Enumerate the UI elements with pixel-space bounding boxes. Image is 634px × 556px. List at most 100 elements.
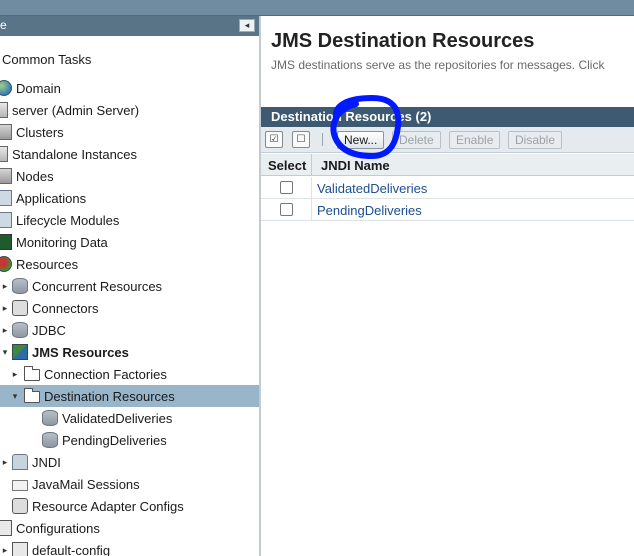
tree-item-standalone-instances[interactable]: Standalone Instances [0, 143, 259, 165]
mail-icon [12, 480, 28, 491]
delete-button[interactable]: Delete [392, 131, 441, 149]
tree-item-label: Common Tasks [2, 51, 92, 67]
table-row: ValidatedDeliveries [261, 177, 634, 199]
cluster-icon [0, 124, 12, 140]
expand-arrow-icon[interactable]: ▸ [10, 369, 20, 380]
collapse-panel-button[interactable]: ◂ [239, 19, 255, 32]
row-select-checkbox[interactable] [280, 203, 293, 216]
tree-item-label: Configurations [16, 520, 100, 536]
tree-item-label: default-config [32, 542, 111, 556]
node-icon [0, 168, 12, 184]
tree-item-label: JMS Resources [32, 344, 129, 360]
tree-header-title: e [0, 18, 7, 32]
tree-item-javamail-sessions[interactable]: JavaMail Sessions [0, 473, 259, 495]
tree-item-common-tasks[interactable]: Common Tasks [0, 48, 259, 70]
expand-arrow-icon[interactable]: ▸ [0, 545, 10, 556]
globe-icon [0, 80, 12, 96]
toolbar-divider [322, 133, 323, 146]
lifecycle-icon [0, 212, 12, 228]
deselect-all-icon[interactable]: ☐ [292, 131, 310, 148]
page-title: JMS Destination Resources [271, 30, 535, 52]
enable-button[interactable]: Enable [449, 131, 501, 149]
jndi-name-link[interactable]: ValidatedDeliveries [317, 181, 427, 196]
disable-button[interactable]: Disable [508, 131, 563, 149]
column-header-select[interactable]: Select [268, 158, 306, 173]
tree-item-label: Clusters [16, 124, 64, 140]
window-top-bar [0, 0, 634, 16]
tree-item-monitoring-data[interactable]: Monitoring Data [0, 231, 259, 253]
tree-item-destination-resources[interactable]: ▾ Destination Resources [0, 385, 259, 407]
tree-item-validated-deliveries[interactable]: ValidatedDeliveries [0, 407, 259, 429]
tree-item-label: Concurrent Resources [32, 278, 163, 294]
table-toolbar: ☑ ☐ New... Delete Enable Disable [261, 127, 634, 153]
tree-item-label: Lifecycle Modules [16, 212, 120, 228]
tree-item-label: JavaMail Sessions [32, 476, 140, 492]
folder-icon [24, 388, 40, 403]
database-icon [12, 278, 28, 294]
tree-item-lifecycle-modules[interactable]: Lifecycle Modules [0, 209, 259, 231]
jndi-icon [12, 454, 28, 470]
table-row: PendingDeliveries [261, 199, 634, 221]
tree-item-default-config[interactable]: ▸ default-config [0, 539, 259, 556]
configurations-icon [0, 520, 12, 536]
expand-arrow-icon[interactable]: ▸ [0, 281, 10, 292]
tree-item-label: Connection Factories [44, 366, 167, 382]
tree-item-connection-factories[interactable]: ▸ Connection Factories [0, 363, 259, 385]
tree-item-label: Resource Adapter Configs [32, 498, 184, 514]
tree-item-concurrent-resources[interactable]: ▸ Concurrent Resources [0, 275, 259, 297]
tree-item-label: Connectors [32, 300, 99, 316]
tree-item-jms-resources[interactable]: ▾ JMS Resources [0, 341, 259, 363]
expand-arrow-icon[interactable]: ▸ [0, 325, 10, 336]
applications-icon [0, 190, 12, 206]
jndi-name-link[interactable]: PendingDeliveries [317, 203, 422, 218]
new-button[interactable]: New... [337, 131, 385, 149]
collapse-arrow-icon[interactable]: ▾ [10, 391, 20, 402]
row-select-checkbox[interactable] [280, 181, 293, 194]
connector-icon [12, 498, 28, 514]
tree-item-label: JNDI [32, 454, 61, 470]
tree-item-connectors[interactable]: ▸ Connectors [0, 297, 259, 319]
column-divider [311, 154, 312, 176]
expand-arrow-icon[interactable]: ▸ [0, 303, 10, 314]
column-divider [311, 199, 312, 221]
tree-item-label: JDBC [32, 322, 66, 338]
server-icon [0, 146, 8, 162]
table-header: Select JNDI Name [261, 154, 634, 176]
tree-item-server[interactable]: server (Admin Server) [0, 99, 259, 121]
tree-item-label: PendingDeliveries [62, 432, 167, 448]
page-description: JMS destinations serve as the repositori… [271, 58, 605, 72]
tree-item-pending-deliveries[interactable]: PendingDeliveries [0, 429, 259, 451]
tree-item-label: server (Admin Server) [12, 102, 140, 118]
resources-icon [0, 256, 12, 272]
tree-item-label: Domain [16, 80, 61, 96]
navigation-tree-panel: e ◂ Common Tasks Domain server (Admin Se… [0, 16, 259, 556]
tree-item-label: Monitoring Data [16, 234, 108, 250]
column-header-jndi-name[interactable]: JNDI Name [321, 158, 390, 173]
database-icon [42, 410, 58, 426]
tree-item-label: Resources [16, 256, 79, 272]
server-icon [0, 102, 8, 118]
tree-item-nodes[interactable]: Nodes [0, 165, 259, 187]
tree-item-label: ValidatedDeliveries [62, 410, 173, 426]
monitoring-icon [0, 234, 12, 250]
connector-icon [12, 300, 28, 316]
tree-item-resource-adapter-configs[interactable]: Resource Adapter Configs [0, 495, 259, 517]
select-all-icon[interactable]: ☑ [265, 131, 283, 148]
collapse-arrow-icon[interactable]: ▾ [0, 347, 10, 358]
tree-item-clusters[interactable]: Clusters [0, 121, 259, 143]
tree-item-domain[interactable]: Domain [0, 77, 259, 99]
tree-item-label: Applications [16, 190, 87, 206]
tree-item-jndi[interactable]: ▸ JNDI [0, 451, 259, 473]
tree-item-configurations[interactable]: Configurations [0, 517, 259, 539]
tree-item-resources[interactable]: Resources [0, 253, 259, 275]
folder-icon [24, 366, 40, 381]
tree-item-applications[interactable]: Applications [0, 187, 259, 209]
database-icon [42, 432, 58, 448]
tree-item-label: Nodes [16, 168, 54, 184]
table-title: Destination Resources (2) [261, 107, 634, 127]
database-icon [12, 322, 28, 338]
jms-icon [12, 344, 28, 360]
tree-item-jdbc[interactable]: ▸ JDBC [0, 319, 259, 341]
expand-arrow-icon[interactable]: ▸ [0, 457, 10, 468]
config-icon [12, 542, 28, 556]
